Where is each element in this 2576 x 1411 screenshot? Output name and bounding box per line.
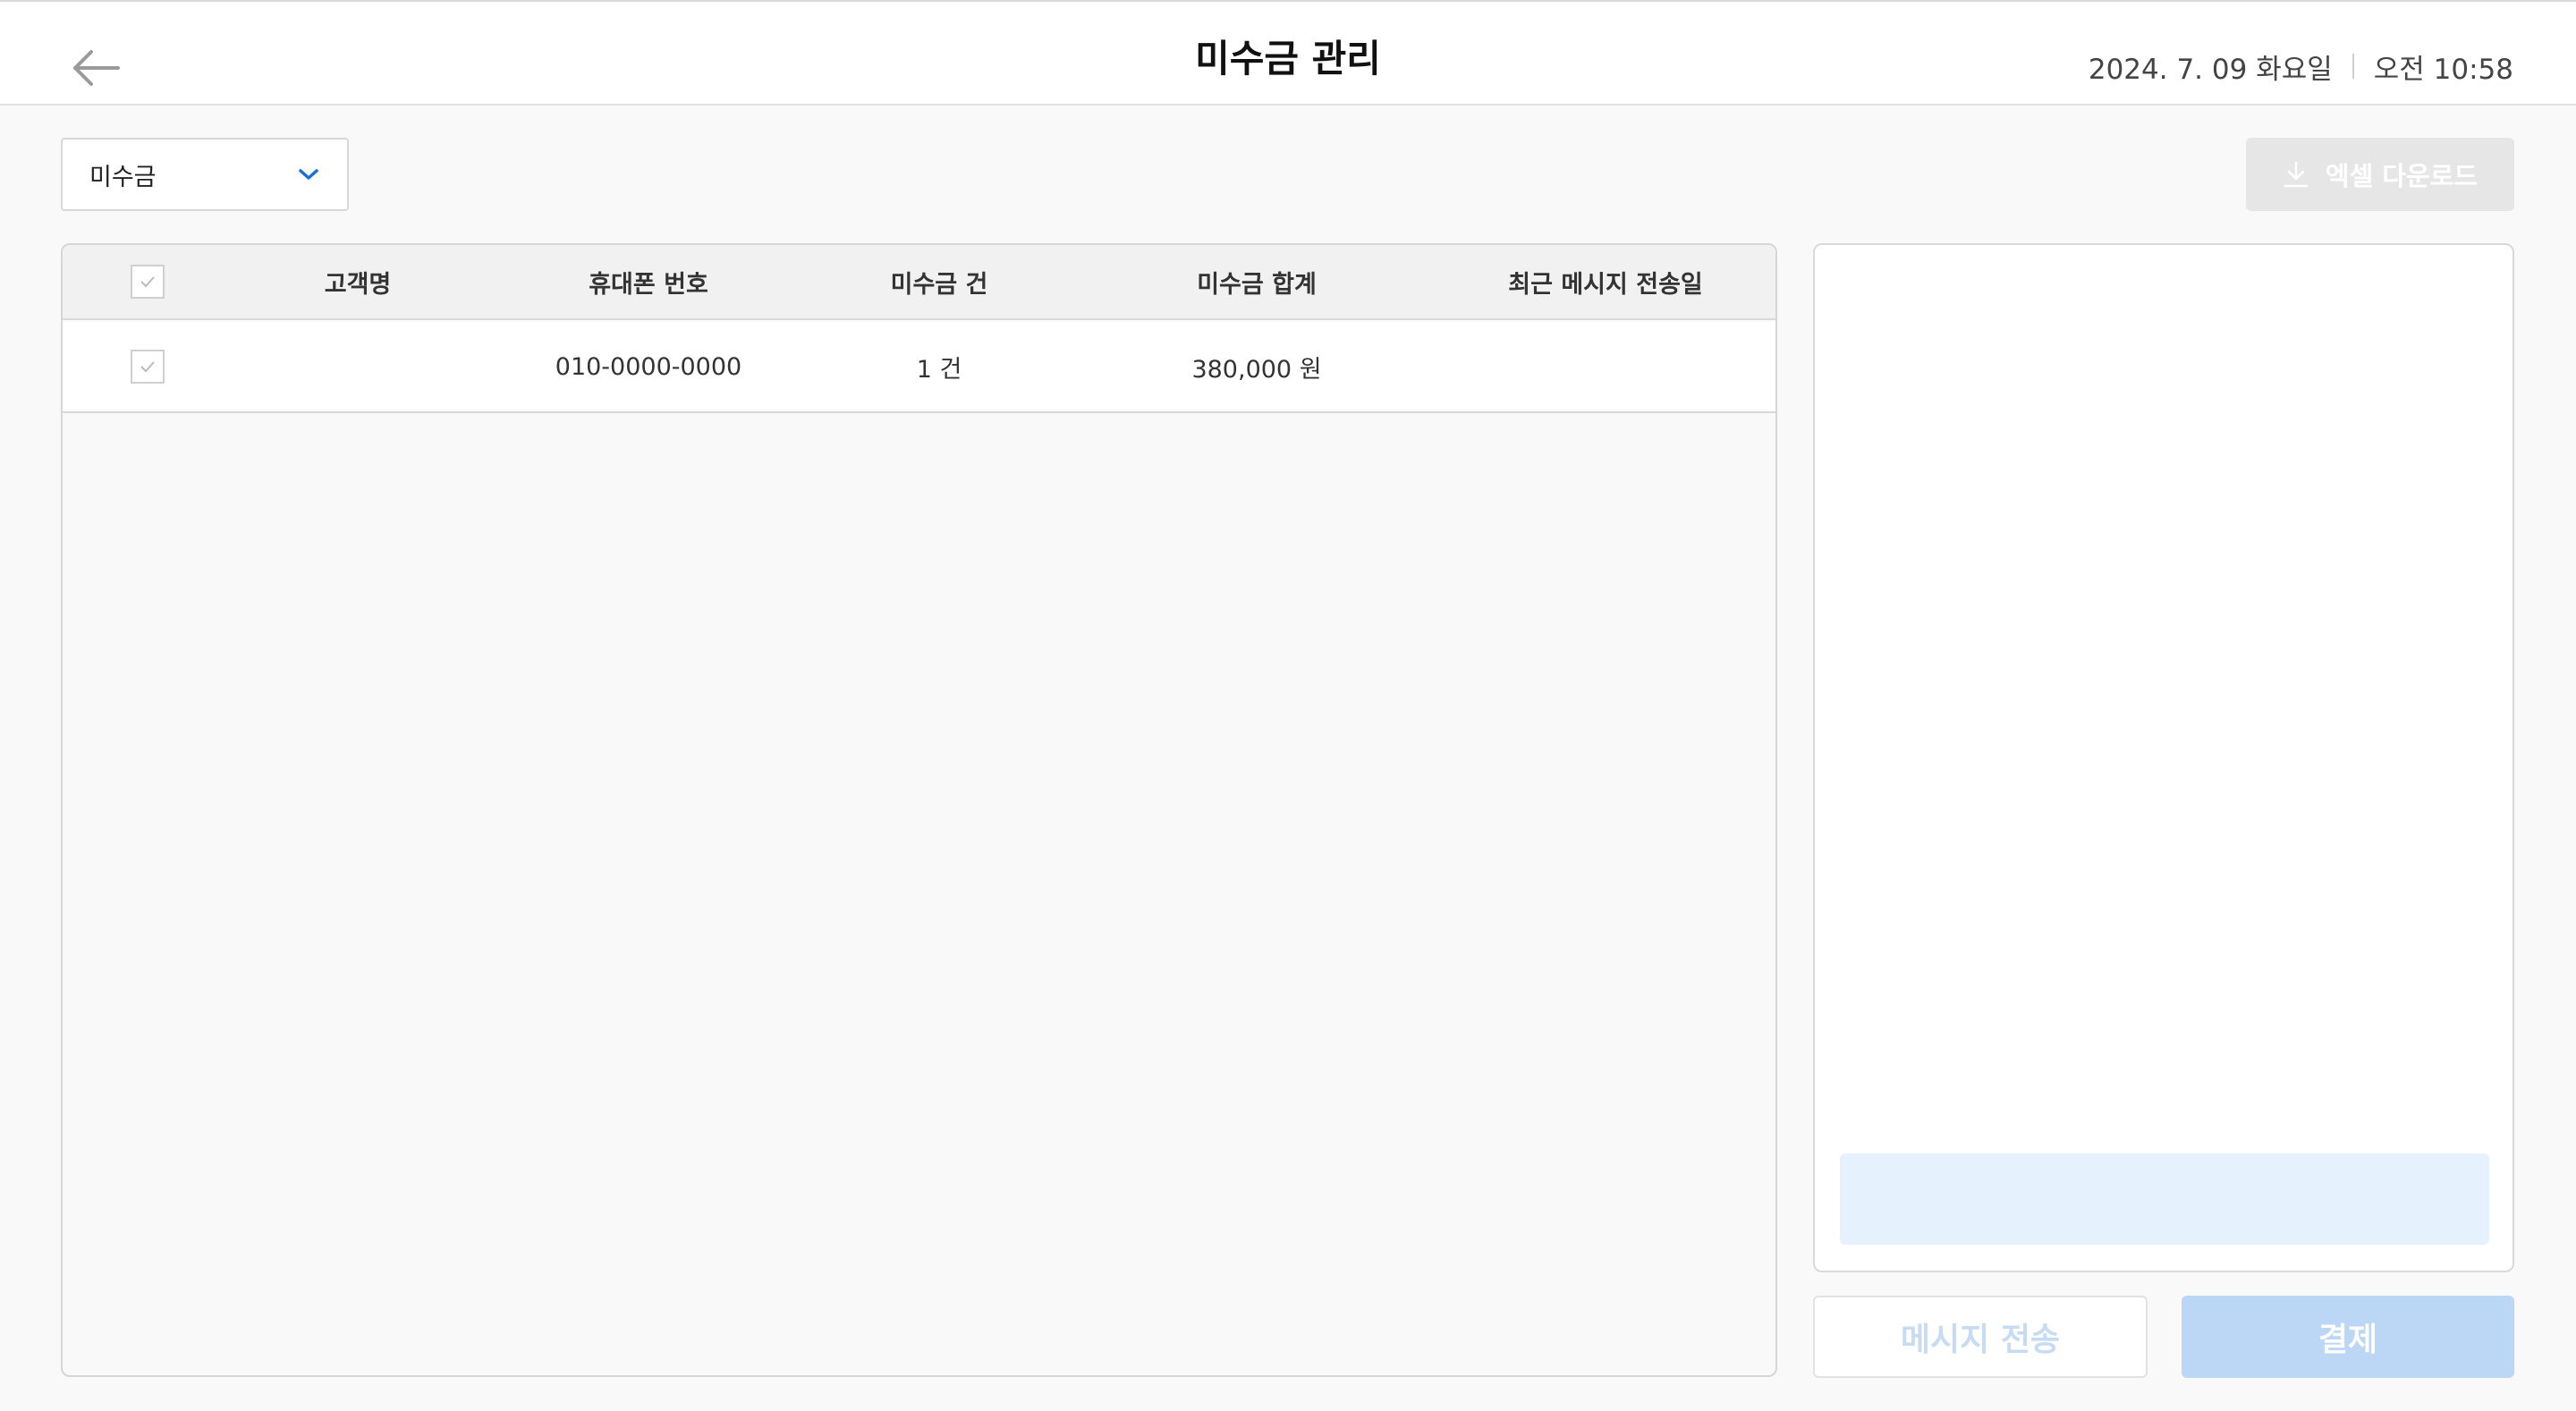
column-header-phone[interactable]: 휴대폰 번호 — [537, 245, 760, 318]
filter-dropdown[interactable]: 미수금 — [61, 138, 349, 211]
payment-button[interactable]: 결제 — [2182, 1296, 2514, 1378]
app-header: 미수금 관리 2024. 7. 09 화요일 오전 10:58 — [0, 2, 2576, 106]
excel-download-label: 엑셀 다운로드 — [2325, 161, 2479, 191]
checkmark-icon — [140, 276, 155, 288]
row-checkbox[interactable] — [131, 350, 165, 384]
table-header: 고객명 휴대폰 번호 미수금 건 미수금 합계 최근 메시지 전송일 — [63, 245, 1775, 320]
column-header-total[interactable]: 미수금 합계 — [1136, 245, 1377, 318]
detail-panel — [1813, 243, 2514, 1272]
datetime-divider — [2351, 54, 2354, 79]
column-header-count[interactable]: 미수금 건 — [850, 245, 1029, 318]
cell-customer-name — [268, 322, 447, 411]
table-row[interactable]: 010-0000-0000 1 건 380,000 원 — [63, 322, 1775, 413]
cell-count: 1 건 — [916, 355, 962, 384]
datetime-display: 2024. 7. 09 화요일 오전 10:58 — [2088, 48, 2513, 86]
chevron-down-icon — [299, 169, 318, 180]
select-all-checkbox[interactable] — [131, 265, 165, 299]
column-header-name[interactable]: 고객명 — [268, 245, 447, 318]
current-date: 2024. 7. 09 화요일 — [2088, 53, 2333, 86]
message-input-area[interactable] — [1840, 1153, 2489, 1245]
excel-download-button[interactable]: 엑셀 다운로드 — [2246, 138, 2514, 211]
current-time: 오전 10:58 — [2373, 53, 2513, 86]
download-icon — [2284, 161, 2309, 188]
cell-phone: 010-0000-0000 — [555, 352, 742, 381]
cell-last-sent — [1458, 322, 1753, 411]
filter-selected-value: 미수금 — [89, 163, 157, 191]
cell-total: 380,000 원 — [1191, 355, 1322, 384]
receivables-table: 고객명 휴대폰 번호 미수금 건 미수금 합계 최근 메시지 전송일 010-0… — [61, 243, 1777, 1377]
checkmark-icon — [140, 361, 155, 373]
header-checkbox-cell — [116, 245, 179, 318]
column-header-last-sent[interactable]: 최근 메시지 전송일 — [1458, 245, 1753, 318]
send-message-button[interactable]: 메시지 전송 — [1813, 1296, 2148, 1378]
row-checkbox-cell — [116, 322, 179, 411]
